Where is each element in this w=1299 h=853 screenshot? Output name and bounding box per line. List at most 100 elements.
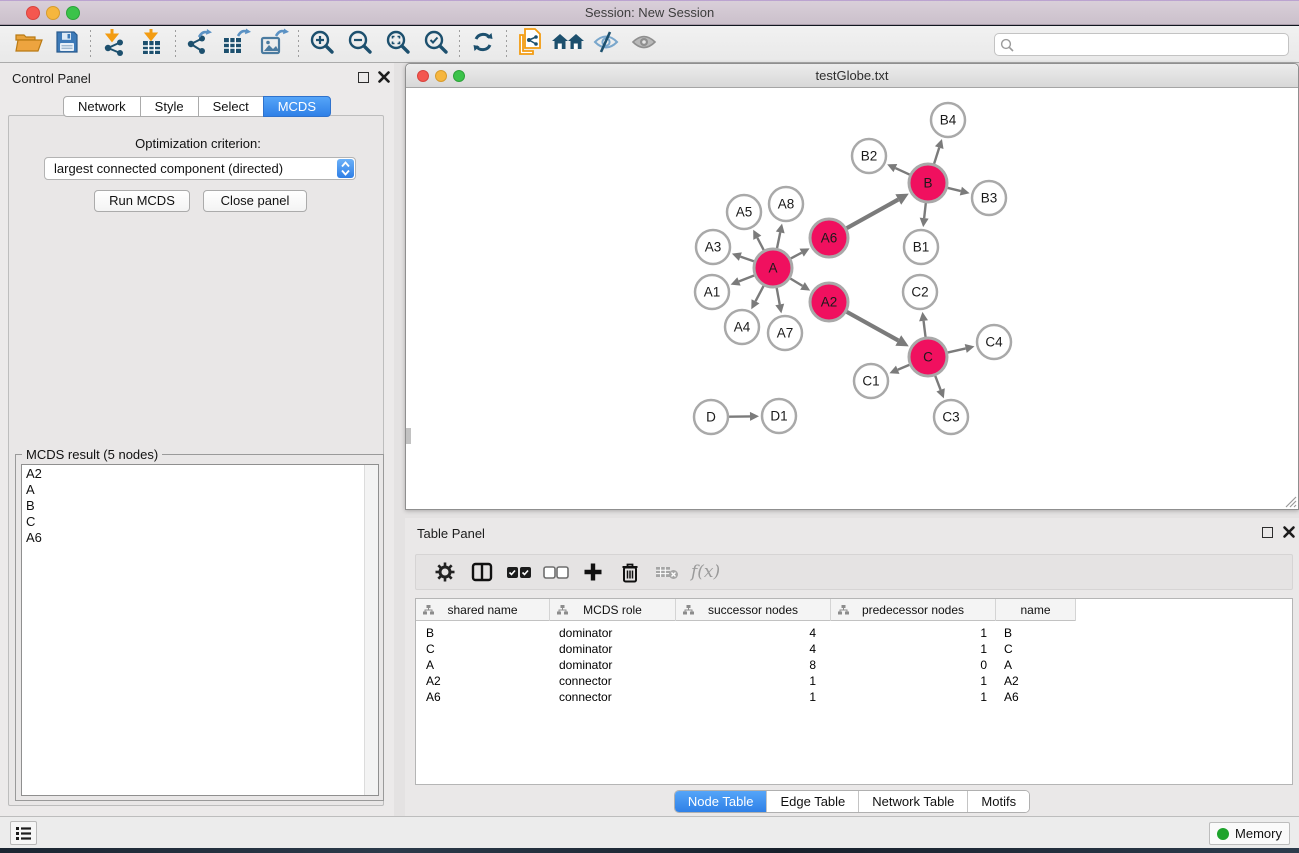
cell-successor-nodes[interactable]: 1 [676, 673, 831, 689]
delete-column-button[interactable] [611, 557, 648, 587]
open-session-button[interactable] [10, 28, 48, 60]
result-list-scrollbar[interactable] [364, 465, 378, 795]
tab-style[interactable]: Style [140, 96, 199, 117]
create-column-button[interactable] [574, 557, 611, 587]
unselect-all-columns-button[interactable] [537, 557, 574, 587]
cell-name[interactable]: A [996, 657, 1076, 673]
cell-predecessor-nodes[interactable]: 0 [831, 657, 996, 673]
edge-A-A6[interactable] [791, 253, 802, 259]
tab-motifs[interactable]: Motifs [967, 791, 1029, 812]
cell-MCDS-role[interactable]: dominator [550, 657, 676, 673]
show-all-button[interactable] [625, 28, 663, 60]
result-item[interactable]: A2 [22, 465, 378, 481]
edge-A6-B[interactable] [846, 200, 898, 229]
first-neighbors-button[interactable] [549, 28, 587, 60]
save-session-button[interactable] [48, 28, 86, 60]
cell-name[interactable]: A2 [996, 673, 1076, 689]
export-network-button[interactable] [180, 28, 218, 60]
edge-B-B1[interactable] [924, 203, 926, 218]
edge-C-C1[interactable] [898, 365, 910, 370]
float-table-panel-button[interactable] [1262, 527, 1273, 538]
tab-edge-table[interactable]: Edge Table [766, 791, 858, 812]
cell-shared-name[interactable]: B [416, 625, 550, 641]
table-settings-button[interactable] [426, 557, 463, 587]
edge-A-A3[interactable] [740, 257, 754, 262]
result-item[interactable]: B [22, 497, 378, 513]
column-header-shared-name[interactable]: shared name [416, 599, 550, 621]
edge-A-A8[interactable] [777, 232, 780, 248]
edge-C-C2[interactable] [924, 321, 926, 337]
tab-node-table[interactable]: Node Table [675, 791, 767, 812]
refresh-layout-button[interactable] [464, 28, 502, 60]
result-item[interactable]: A [22, 481, 378, 497]
column-header-predecessor-nodes[interactable]: predecessor nodes [831, 599, 996, 621]
edge-B-B3[interactable] [947, 188, 960, 191]
table-row[interactable]: Bdominator41B [416, 625, 1076, 641]
close-panel-button[interactable]: Close panel [203, 190, 307, 212]
tab-select[interactable]: Select [198, 96, 264, 117]
zoom-fit-button[interactable] [379, 28, 417, 60]
function-builder-button[interactable]: f(x) [685, 557, 720, 587]
float-panel-button[interactable] [358, 72, 369, 83]
edge-C-C3[interactable] [935, 376, 940, 390]
cell-successor-nodes[interactable]: 1 [676, 689, 831, 705]
cell-MCDS-role[interactable]: connector [550, 673, 676, 689]
edge-A2-C[interactable] [846, 312, 898, 341]
edge-C-C4[interactable] [948, 348, 966, 352]
cell-shared-name[interactable]: A6 [416, 689, 550, 705]
mcds-result-list[interactable]: A2ABCA6 [21, 464, 379, 796]
network-canvas[interactable]: B4B2BB3A8A5A6A3B1AA1A2C2A4A7C4CC1C3DD1 [406, 88, 1298, 509]
tab-network-table[interactable]: Network Table [858, 791, 967, 812]
new-network-from-selection-button[interactable] [511, 28, 549, 60]
network-graph[interactable]: B4B2BB3A8A5A6A3B1AA1A2C2A4A7C4CC1C3DD1 [406, 88, 1298, 509]
result-item[interactable]: A6 [22, 529, 378, 545]
edge-A-A2[interactable] [790, 278, 802, 286]
cell-MCDS-role[interactable]: dominator [550, 625, 676, 641]
column-header-MCDS-role[interactable]: MCDS role [550, 599, 676, 621]
cell-predecessor-nodes[interactable]: 1 [831, 625, 996, 641]
table-row[interactable]: Adominator80A [416, 657, 1076, 673]
cell-successor-nodes[interactable]: 4 [676, 625, 831, 641]
zoom-in-button[interactable] [303, 28, 341, 60]
cell-successor-nodes[interactable]: 4 [676, 641, 831, 657]
column-header-successor-nodes[interactable]: successor nodes [676, 599, 831, 621]
edge-A-A5[interactable] [757, 238, 763, 250]
cell-name[interactable]: A6 [996, 689, 1076, 705]
tab-mcds[interactable]: MCDS [263, 96, 331, 117]
edge-A-A7[interactable] [777, 288, 780, 305]
edge-A-A1[interactable] [739, 275, 754, 281]
cell-name[interactable]: B [996, 625, 1076, 641]
optimization-criterion-select[interactable]: largest connected component (directed) [44, 157, 356, 180]
zoom-selected-button[interactable] [417, 28, 455, 60]
table-row[interactable]: A2connector11A2 [416, 673, 1076, 689]
memory-button[interactable]: Memory [1209, 822, 1290, 845]
resize-grip-icon[interactable] [1283, 494, 1297, 508]
close-panel-icon-button[interactable] [377, 70, 391, 84]
close-table-panel-button[interactable] [1282, 525, 1296, 539]
search-input[interactable] [994, 33, 1289, 56]
cell-name[interactable]: C [996, 641, 1076, 657]
cell-shared-name[interactable]: A2 [416, 673, 550, 689]
import-network-button[interactable] [95, 28, 133, 60]
import-table-button[interactable] [133, 28, 171, 60]
cell-shared-name[interactable]: A [416, 657, 550, 673]
edge-A-A4[interactable] [755, 286, 763, 302]
edge-B-B2[interactable] [895, 168, 909, 175]
zoom-out-button[interactable] [341, 28, 379, 60]
canvas-scroll-nub[interactable] [406, 428, 411, 444]
cell-predecessor-nodes[interactable]: 1 [831, 641, 996, 657]
delete-table-button[interactable] [648, 557, 685, 587]
show-columns-button[interactable] [463, 557, 500, 587]
result-item[interactable]: C [22, 513, 378, 529]
task-history-button[interactable] [10, 821, 37, 845]
cell-MCDS-role[interactable]: dominator [550, 641, 676, 657]
cell-predecessor-nodes[interactable]: 1 [831, 689, 996, 705]
network-window-titlebar[interactable]: testGlobe.txt [406, 64, 1298, 88]
table-row[interactable]: A6connector11A6 [416, 689, 1076, 705]
edge-B-B4[interactable] [934, 148, 939, 164]
select-all-columns-button[interactable] [500, 557, 537, 587]
hide-selected-button[interactable] [587, 28, 625, 60]
tab-network[interactable]: Network [63, 96, 141, 117]
cell-shared-name[interactable]: C [416, 641, 550, 657]
export-image-button[interactable] [256, 28, 294, 60]
